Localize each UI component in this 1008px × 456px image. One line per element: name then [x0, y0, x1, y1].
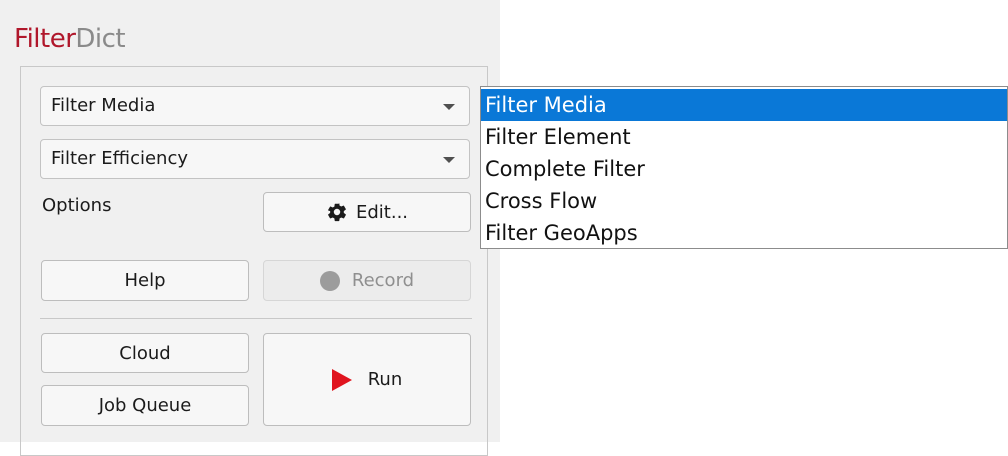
options-label: Options	[42, 195, 112, 216]
help-button[interactable]: Help	[41, 260, 249, 301]
gear-icon	[328, 203, 346, 222]
cloud-button-label: Cloud	[119, 342, 171, 364]
cloud-button[interactable]: Cloud	[41, 333, 249, 373]
app-title-part1: Filter	[14, 24, 76, 54]
filter-property-combobox-value: Filter Efficiency	[51, 148, 189, 169]
filter-property-combobox[interactable]: Filter Efficiency	[40, 139, 470, 179]
divider	[40, 318, 472, 319]
filter-type-combobox[interactable]: Filter Media	[40, 86, 470, 126]
app-title: FilterDict	[14, 22, 126, 56]
record-button-label: Record	[351, 270, 415, 291]
dropdown-option[interactable]: Filter Element	[481, 121, 1007, 153]
dropdown-option[interactable]: Complete Filter	[481, 153, 1007, 185]
edit-button-label: Edit...	[355, 201, 409, 223]
edit-button[interactable]: Edit...	[263, 192, 471, 232]
dropdown-option[interactable]: Filter Media	[481, 89, 1007, 121]
filter-type-combobox-value: Filter Media	[51, 95, 156, 116]
chevron-down-icon	[443, 157, 455, 163]
help-button-label: Help	[124, 270, 166, 291]
dropdown-option[interactable]: Filter GeoApps	[481, 217, 1007, 249]
record-button[interactable]: Record	[263, 260, 471, 301]
app-title-part2: Dict	[75, 24, 126, 54]
play-icon	[331, 368, 352, 391]
run-button-label: Run	[367, 369, 403, 390]
job-queue-button[interactable]: Job Queue	[41, 385, 249, 426]
filter-type-dropdown-list: Filter Media Filter Element Complete Fil…	[480, 86, 1008, 249]
job-queue-button-label: Job Queue	[98, 395, 192, 416]
record-dot-icon	[319, 270, 340, 291]
run-button[interactable]: Run	[263, 333, 471, 426]
dropdown-option[interactable]: Cross Flow	[481, 185, 1007, 217]
filterdict-panel: FilterDict Filter Media Filter Efficienc…	[0, 0, 500, 456]
chevron-down-icon	[443, 104, 455, 110]
